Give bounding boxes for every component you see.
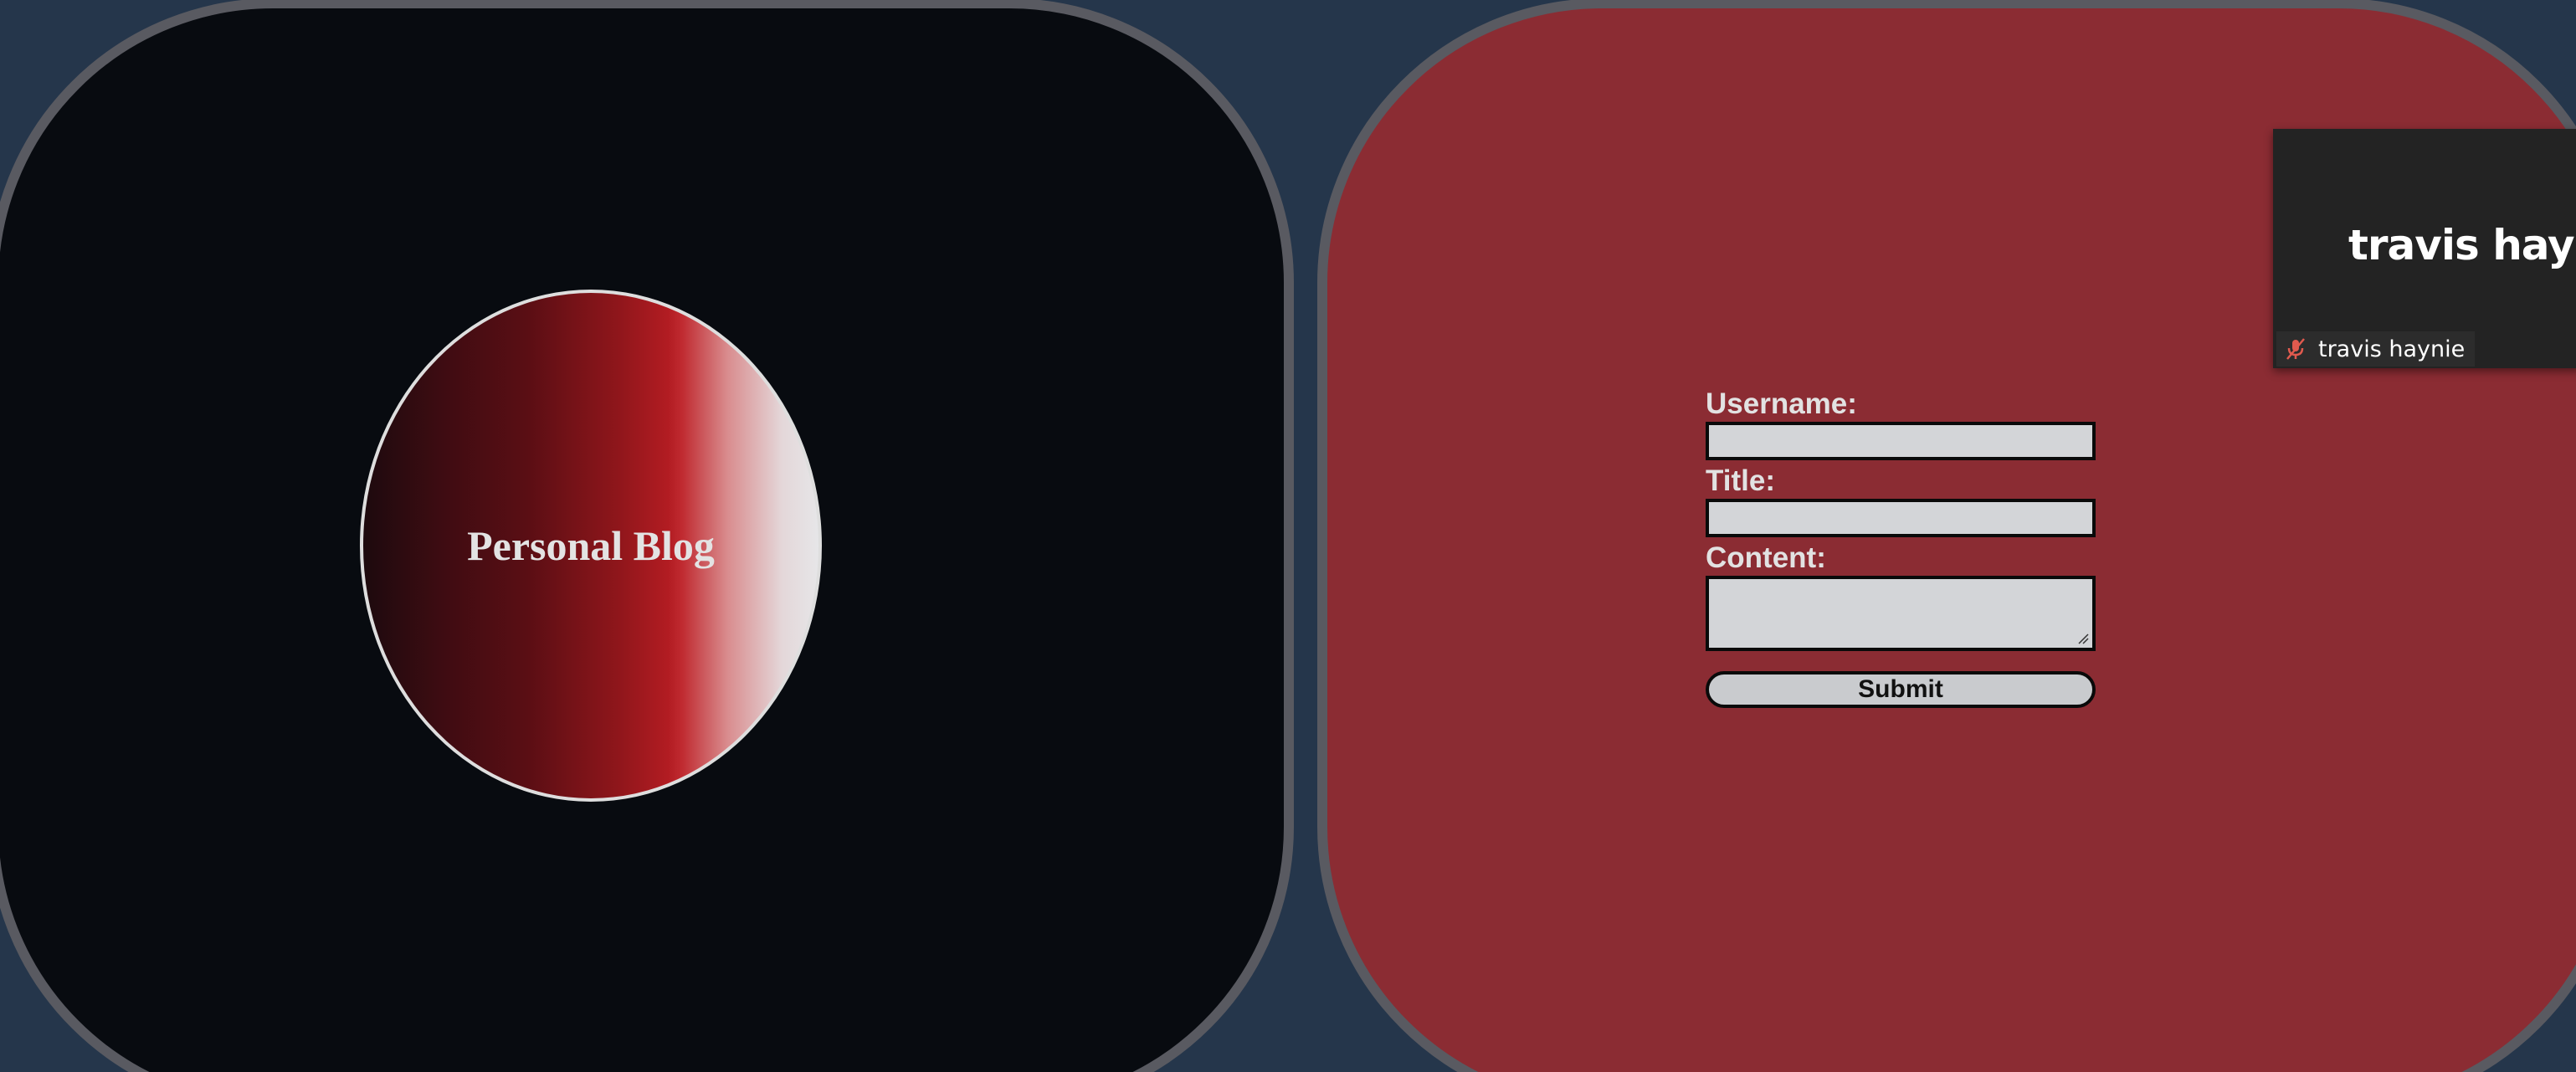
blog-logo: Personal Blog: [360, 290, 822, 802]
title-label: Title:: [1706, 464, 1775, 497]
participant-name: travis haynie: [2318, 336, 2466, 362]
submit-button[interactable]: Submit: [1706, 671, 2096, 708]
mic-muted-icon: [2286, 338, 2305, 360]
participant-name-large: travis hayn: [2348, 221, 2576, 269]
content-textarea[interactable]: [1706, 576, 2096, 651]
video-call-tile[interactable]: travis hayn travis haynie: [2273, 129, 2576, 368]
resize-handle-icon[interactable]: [2077, 633, 2089, 644]
participant-name-tag: travis haynie: [2276, 331, 2476, 367]
content-label: Content:: [1706, 541, 1826, 574]
username-input[interactable]: [1706, 422, 2096, 460]
blog-logo-title: Personal Blog: [467, 522, 715, 569]
username-label: Username:: [1706, 387, 1857, 420]
blog-post-form: Username: Title: Content: Submit: [1706, 387, 2096, 708]
title-input[interactable]: [1706, 499, 2096, 537]
page: Personal Blog Username: Title: Content: …: [0, 0, 2576, 1072]
